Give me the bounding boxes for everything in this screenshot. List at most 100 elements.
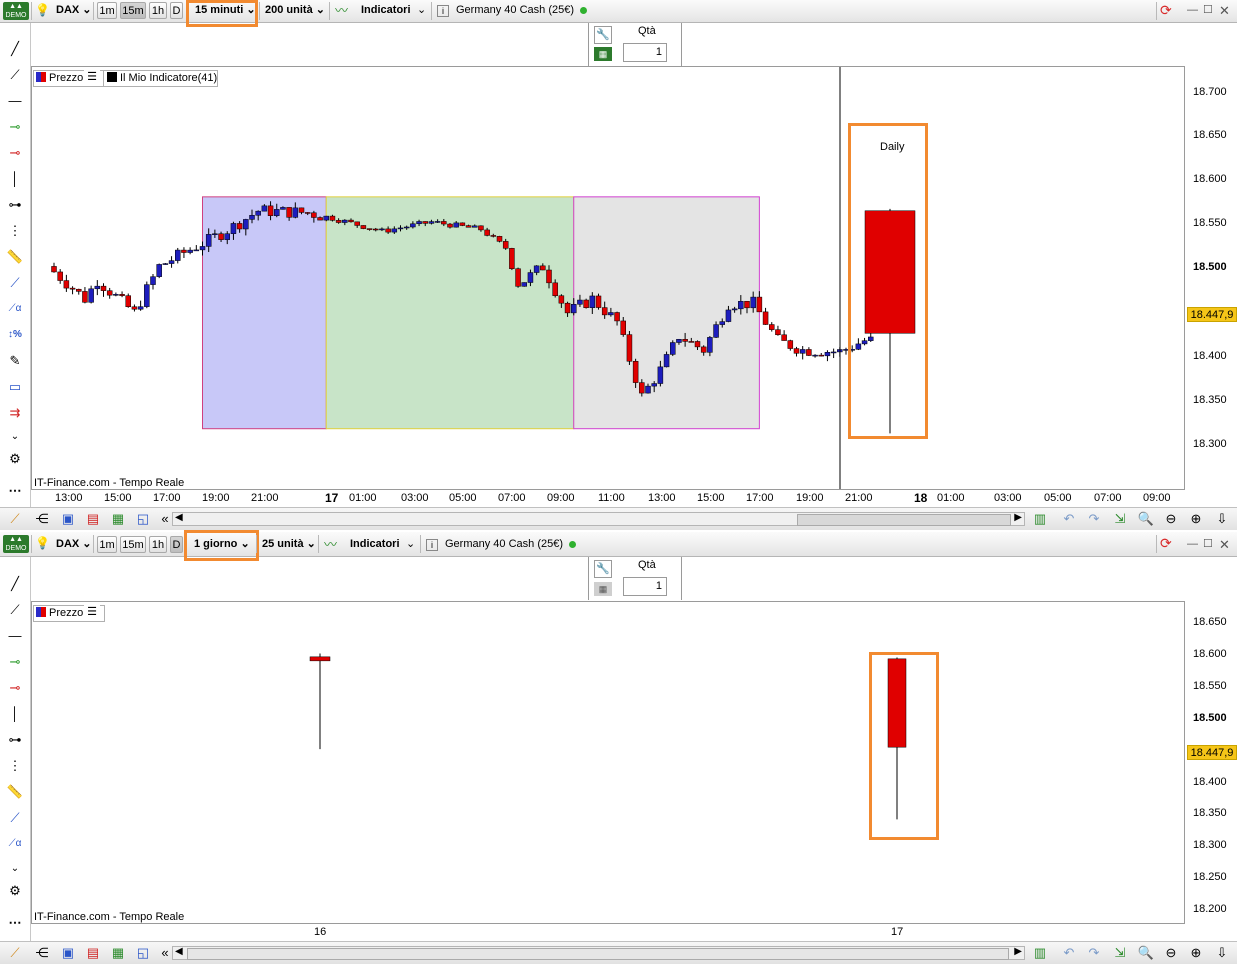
- keyboard-icon[interactable]: ▦: [594, 582, 612, 596]
- bulb-icon[interactable]: 💡: [35, 535, 50, 552]
- demo-icon[interactable]: ▲▲ DEMO: [3, 2, 29, 20]
- sell-level-icon[interactable]: ⊸: [5, 143, 25, 163]
- tf-15m-button[interactable]: 15m: [120, 536, 146, 553]
- instrument-dropdown[interactable]: DAX ⌄: [52, 2, 92, 19]
- tf-1h-button[interactable]: 1h: [149, 536, 167, 553]
- expand-icon[interactable]: ⌄: [5, 427, 25, 447]
- report-icon[interactable]: ▤: [84, 510, 102, 528]
- bulb-icon[interactable]: 💡: [35, 2, 50, 19]
- fibonacci-icon[interactable]: ⟋: [5, 808, 25, 828]
- ruler-icon[interactable]: 📏: [5, 782, 25, 802]
- units-dropdown[interactable]: 25 unità ⌄: [258, 536, 316, 553]
- legend-indicator[interactable]: Il Mio Indicatore(41): [103, 70, 218, 87]
- fibonacci-icon[interactable]: ⟋: [5, 273, 25, 293]
- zoom-out-icon[interactable]: ⊖: [1162, 944, 1180, 962]
- chart-type-icon[interactable]: ⟋: [6, 944, 24, 962]
- minimize-icon[interactable]: —: [1187, 2, 1199, 19]
- expand-icon[interactable]: ⌄: [5, 859, 25, 879]
- refresh-icon[interactable]: ⟳: [1160, 535, 1178, 552]
- zoom-in-icon[interactable]: ⊕: [1187, 510, 1205, 528]
- more-icon[interactable]: ⋯: [5, 913, 25, 933]
- calendar-icon[interactable]: ▥: [1031, 510, 1049, 528]
- buy-level-icon[interactable]: ⊸: [5, 652, 25, 672]
- close-icon[interactable]: ✕: [1219, 2, 1231, 19]
- chevron-down-icon[interactable]: ⌄: [417, 2, 427, 19]
- calendar-icon[interactable]: ▥: [1031, 944, 1049, 962]
- scroll-thumb[interactable]: [797, 514, 1011, 526]
- undo-icon[interactable]: ↶: [1060, 944, 1078, 962]
- ray-icon[interactable]: ⊶: [5, 730, 25, 750]
- more-icon[interactable]: ⋯: [5, 481, 25, 501]
- indicators-icon[interactable]: 〰: [324, 536, 344, 553]
- close-icon[interactable]: ✕: [1219, 536, 1231, 553]
- line-icon[interactable]: ╱: [5, 39, 25, 59]
- wrench-icon[interactable]: 🔧: [594, 26, 612, 44]
- point-icon[interactable]: ⋮: [5, 221, 25, 241]
- chart-window-icon[interactable]: ◱: [134, 510, 152, 528]
- comment-icon[interactable]: ▣: [59, 944, 77, 962]
- segment-icon[interactable]: ⟋: [5, 65, 25, 85]
- chevron-down-icon[interactable]: ⌄: [406, 536, 416, 553]
- wrench-icon[interactable]: 🔧: [594, 560, 612, 578]
- scroll-left-icon[interactable]: ◀: [175, 512, 183, 523]
- instrument-dropdown[interactable]: DAX ⌄: [52, 536, 92, 553]
- segment-icon[interactable]: ⟋: [5, 600, 25, 620]
- refresh-icon[interactable]: ⟳: [1160, 2, 1178, 19]
- horizontal-line-icon[interactable]: ―: [5, 626, 25, 646]
- fib-alpha-icon[interactable]: ⟋α: [5, 834, 25, 854]
- pen-icon[interactable]: ✎: [5, 351, 25, 371]
- indicators-button[interactable]: Indicatori: [346, 536, 402, 553]
- qta-input[interactable]: 1: [623, 43, 667, 62]
- info-icon[interactable]: i: [426, 539, 438, 551]
- table-icon[interactable]: ▦: [109, 510, 127, 528]
- chart-window-icon[interactable]: ◱: [134, 944, 152, 962]
- download-icon[interactable]: ⇩: [1213, 944, 1231, 962]
- auto-scale-icon[interactable]: ⇲: [1111, 944, 1129, 962]
- fib-alpha-icon[interactable]: ⟋α: [5, 299, 25, 319]
- ruler-icon[interactable]: 📏: [5, 247, 25, 267]
- zoom-out-icon[interactable]: ⊖: [1162, 510, 1180, 528]
- auto-scale-icon[interactable]: ⇲: [1111, 510, 1129, 528]
- list-icon[interactable]: ☰: [84, 605, 100, 620]
- tf-15m-button[interactable]: 15m: [120, 2, 146, 19]
- download-icon[interactable]: ⇩: [1213, 510, 1231, 528]
- percent-icon[interactable]: ↕%: [5, 325, 25, 345]
- tf-d-button[interactable]: D: [170, 2, 183, 19]
- vertical-line-icon[interactable]: │: [5, 169, 25, 189]
- qta-input[interactable]: 1: [623, 577, 667, 596]
- demo-tool-icon[interactable]: ⚙: [5, 449, 25, 469]
- demo-tool-icon[interactable]: ⚙: [5, 881, 25, 901]
- scroll-left-icon[interactable]: ◀: [175, 946, 183, 957]
- vertical-line-icon[interactable]: │: [5, 704, 25, 724]
- demo-icon[interactable]: ▲▲ DEMO: [3, 535, 29, 553]
- ray-icon[interactable]: ⊶: [5, 195, 25, 215]
- redo-icon[interactable]: ↷: [1085, 510, 1103, 528]
- tf-1h-button[interactable]: 1h: [149, 2, 167, 19]
- scroll-right-icon[interactable]: ▶: [1014, 512, 1022, 523]
- indicators-icon[interactable]: 〰: [335, 2, 355, 19]
- tf-1m-button[interactable]: 1m: [97, 2, 117, 19]
- zoom-fit-icon[interactable]: 🔍: [1137, 510, 1155, 528]
- scroll-right-icon[interactable]: ▶: [1014, 946, 1022, 957]
- list-icon[interactable]: ☰: [84, 70, 100, 85]
- point-icon[interactable]: ⋮: [5, 756, 25, 776]
- maximize-icon[interactable]: ☐: [1203, 536, 1215, 553]
- scroll-thumb[interactable]: [187, 948, 1009, 960]
- redo-icon[interactable]: ↷: [1085, 944, 1103, 962]
- sell-level-icon[interactable]: ⊸: [5, 678, 25, 698]
- comment-icon[interactable]: ▣: [59, 510, 77, 528]
- channel-icon[interactable]: ⇉: [5, 403, 25, 423]
- time-scrollbar[interactable]: ◀ ▶: [172, 946, 1025, 960]
- zoom-fit-icon[interactable]: 🔍: [1137, 944, 1155, 962]
- share-icon[interactable]: ⋲: [33, 944, 51, 962]
- undo-icon[interactable]: ↶: [1060, 510, 1078, 528]
- zoom-in-icon[interactable]: ⊕: [1187, 944, 1205, 962]
- line-icon[interactable]: ╱: [5, 574, 25, 594]
- keyboard-icon[interactable]: ▦: [594, 47, 612, 61]
- time-scrollbar[interactable]: ◀ ▶: [172, 512, 1025, 526]
- tf-d-button[interactable]: D: [170, 536, 183, 553]
- buy-level-icon[interactable]: ⊸: [5, 117, 25, 137]
- chart-type-icon[interactable]: ⟋: [6, 510, 24, 528]
- maximize-icon[interactable]: ☐: [1203, 2, 1215, 19]
- units-dropdown[interactable]: 200 unità ⌄: [261, 2, 325, 19]
